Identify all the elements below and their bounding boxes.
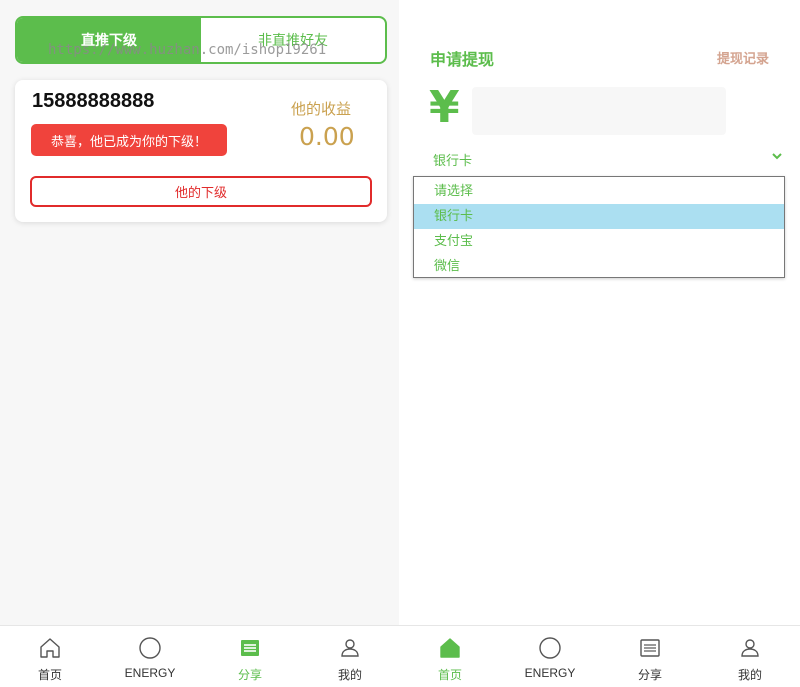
- method-option-alipay[interactable]: 支付宝: [414, 229, 784, 254]
- home-icon: [440, 638, 460, 658]
- withdraw-panel: 申请提现 提现记录 ¥ 银行卡 请选择 银行卡 支付宝 微信: [399, 0, 800, 625]
- congrats-badge: 恭喜，他已成为你的下级！: [31, 124, 227, 156]
- user-icon: [741, 639, 759, 657]
- nav-item-mine[interactable]: 我的: [700, 626, 800, 687]
- earnings-value: 0.00: [299, 122, 355, 151]
- withdraw-method-value: 银行卡: [433, 154, 473, 169]
- nav-label-home: 首页: [437, 668, 462, 682]
- withdraw-records-link[interactable]: 提现记录: [717, 48, 769, 67]
- nav-item-home[interactable]: 首页: [0, 626, 100, 687]
- view-subordinates-button[interactable]: 他的下级: [30, 176, 372, 207]
- yuan-icon: ¥: [429, 82, 460, 133]
- method-option-bank-card[interactable]: 银行卡: [414, 204, 784, 229]
- method-option-choose[interactable]: 请选择: [414, 179, 784, 204]
- withdraw-method-select[interactable]: 银行卡: [433, 150, 783, 170]
- withdraw-method-dropdown: 请选择 银行卡 支付宝 微信: [413, 176, 785, 278]
- nav-label-share: 分享: [637, 668, 662, 682]
- earnings-label: 他的收益: [291, 100, 352, 118]
- method-option-wechat[interactable]: 微信: [414, 254, 784, 279]
- page-title: 申请提现: [430, 50, 495, 69]
- nav-label-share: 分享: [237, 668, 262, 682]
- share-icon: [241, 640, 259, 656]
- nav-item-home[interactable]: 首页: [400, 626, 500, 687]
- tab-direct-subordinates[interactable]: 直推下级: [17, 18, 201, 62]
- home-icon: [40, 638, 60, 658]
- amount-input[interactable]: [472, 87, 726, 135]
- nav-label-mine: 我的: [337, 668, 362, 682]
- nav-label-home: 首页: [37, 668, 62, 682]
- circle-icon: [539, 637, 561, 659]
- subordinate-tabs: 直推下级 非直推好友: [15, 16, 387, 64]
- tab-indirect-friends[interactable]: 非直推好友: [201, 18, 385, 62]
- nav-item-energy[interactable]: ENERGY: [500, 626, 600, 687]
- nav-label-energy: ENERGY: [524, 666, 576, 680]
- subordinate-phone: 15888888888: [32, 90, 155, 112]
- bottom-nav-left: 首页 ENERGY 分享 我的: [0, 625, 400, 687]
- nav-item-mine[interactable]: 我的: [300, 626, 400, 687]
- subordinates-panel: 直推下级 非直推好友 https://www.huzhan.com/ishop1…: [0, 0, 399, 625]
- nav-item-share[interactable]: 分享: [600, 626, 700, 687]
- chevron-down-icon: [772, 153, 782, 160]
- subordinate-card: 15888888888 他的收益 0.00 恭喜，他已成为你的下级！ 他的下级: [15, 80, 387, 222]
- nav-item-share[interactable]: 分享: [200, 626, 300, 687]
- nav-label-mine: 我的: [737, 668, 762, 682]
- nav-item-energy[interactable]: ENERGY: [100, 626, 200, 687]
- bottom-nav-right: 首页 ENERGY 分享 我的: [400, 625, 800, 687]
- share-icon: [640, 639, 660, 657]
- nav-label-energy: ENERGY: [124, 666, 176, 680]
- circle-icon: [139, 637, 161, 659]
- user-icon: [341, 639, 359, 657]
